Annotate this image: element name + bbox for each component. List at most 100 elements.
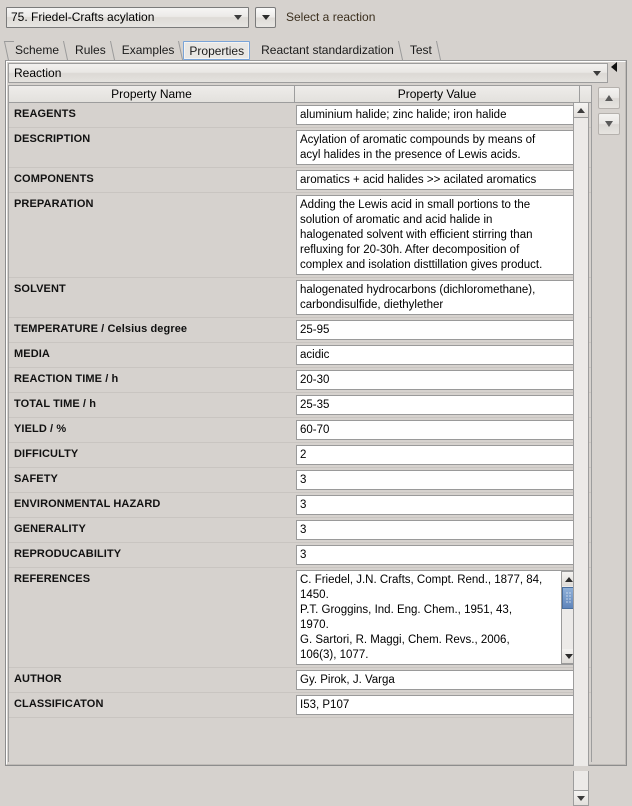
property-value-cell: halogenated hydrocarbons (dichloromethan… [295,278,580,317]
reaction-selector-bar: 75. Friedel-Crafts acylation Select a re… [0,0,632,34]
move-up-button[interactable] [598,87,620,109]
property-value-field[interactable]: 3 [296,545,577,565]
property-value-field[interactable]: 60-70 [296,420,577,440]
property-value-field[interactable]: Adding the Lewis acid in small portions … [296,195,577,275]
table-row: CLASSIFICATONI53, P107 [9,693,591,718]
scroll-down-button[interactable] [573,790,589,806]
property-value-field[interactable]: 2 [296,445,577,465]
scope-combo-box[interactable]: Reaction [8,63,608,83]
property-value-cell: 25-95 [295,318,580,342]
property-value-cell: acidic [295,343,580,367]
tab-label: Rules [75,43,106,57]
property-value-field[interactable]: aluminium halide; zinc halide; iron hali… [296,105,577,125]
table-row: DESCRIPTIONAcylation of aromatic compoun… [9,128,591,168]
properties-table: Property Name Property Value REAGENTSalu… [8,85,592,762]
property-value-cell: 25-35 [295,393,580,417]
tab-label: Scheme [15,43,59,57]
window-bottom-edge [0,766,632,771]
property-name-cell: REACTION TIME / h [9,368,295,385]
chevron-down-icon[interactable] [229,8,247,27]
table-header-row: Property Name Property Value [9,86,591,103]
triangle-left-icon[interactable] [611,62,617,72]
reaction-combo-value: 75. Friedel-Crafts acylation [7,10,229,24]
select-reaction-label: Select a reaction [286,10,375,24]
table-row: GENERALITY3 [9,518,591,543]
property-name-cell: REFERENCES [9,568,295,585]
property-name-cell: GENERALITY [9,518,295,535]
property-value-cell: 20-30 [295,368,580,392]
column-header-property-value: Property Value [295,86,580,102]
tab-scheme[interactable]: Scheme [6,40,66,60]
table-row: YIELD / %60-70 [9,418,591,443]
property-name-cell: REAGENTS [9,103,295,120]
property-value-field[interactable]: acidic [296,345,577,365]
property-value-field[interactable]: 3 [296,520,577,540]
tab-test[interactable]: Test [401,40,439,60]
property-value-cell: 60-70 [295,418,580,442]
scrollbar-track[interactable] [574,118,588,790]
tab-examples[interactable]: Examples [113,40,182,60]
triangle-down-icon [577,796,585,801]
table-row: PREPARATIONAdding the Lewis acid in smal… [9,193,591,278]
triangle-down-icon [565,654,573,659]
property-value-field[interactable]: aromatics + acid halides >> acilated aro… [296,170,577,190]
property-value-field[interactable]: Gy. Pirok, J. Varga [296,670,577,690]
property-value-field[interactable]: halogenated hydrocarbons (dichloromethan… [296,280,577,315]
property-value-cell: aromatics + acid halides >> acilated aro… [295,168,580,192]
triangle-up-icon [565,577,573,582]
property-value-field[interactable]: 25-35 [296,395,577,415]
column-header-filler [580,86,591,102]
table-row: AUTHORGy. Pirok, J. Varga [9,668,591,693]
table-row: REAGENTSaluminium halide; zinc halide; i… [9,103,591,128]
property-name-cell: YIELD / % [9,418,295,435]
table-row: REPRODUCABILITY3 [9,543,591,568]
chevron-down-icon [262,15,270,20]
tab-rules[interactable]: Rules [66,40,113,60]
property-name-cell: ENVIRONMENTAL HAZARD [9,493,295,510]
property-value-cell: Adding the Lewis acid in small portions … [295,193,580,277]
table-row: COMPONENTSaromatics + acid halides >> ac… [9,168,591,193]
table-row: REACTION TIME / h20-30 [9,368,591,393]
property-name-cell: DIFFICULTY [9,443,295,460]
properties-panel: Reaction Property Name Property Value RE… [5,60,627,766]
table-row: TOTAL TIME / h25-35 [9,393,591,418]
tab-label: Test [410,43,432,57]
property-value-field[interactable]: I53, P107 [296,695,577,715]
property-name-cell: MEDIA [9,343,295,360]
property-name-cell: DESCRIPTION [9,128,295,145]
property-name-cell: COMPONENTS [9,168,295,185]
property-value-cell: aluminium halide; zinc halide; iron hali… [295,103,580,127]
property-name-cell: SOLVENT [9,278,295,295]
table-row: SOLVENThalogenated hydrocarbons (dichlor… [9,278,591,318]
reaction-dropdown-button[interactable] [255,7,276,28]
property-value-cell: 3 [295,518,580,542]
table-row: TEMPERATURE / Celsius degree25-95 [9,318,591,343]
move-down-button[interactable] [598,113,620,135]
table-row: SAFETY3 [9,468,591,493]
table-vertical-scrollbar[interactable] [573,102,589,806]
property-name-cell: AUTHOR [9,668,295,685]
property-value-field[interactable]: 3 [296,470,577,490]
record-nav-buttons [594,87,624,787]
property-name-cell: REPRODUCABILITY [9,543,295,560]
table-body: REAGENTSaluminium halide; zinc halide; i… [9,103,591,718]
property-value-field[interactable]: Acylation of aromatic compounds by means… [296,130,577,165]
property-value-field[interactable]: 20-30 [296,370,577,390]
property-name-cell: CLASSIFICATON [9,693,295,710]
property-value-cell: 3 [295,468,580,492]
tab-label: Examples [122,43,175,57]
property-value-cell: Acylation of aromatic compounds by means… [295,128,580,167]
chevron-down-icon[interactable] [587,71,607,76]
scroll-up-button[interactable] [573,102,589,118]
tab-bar: Scheme Rules Examples Properties Reactan… [6,38,439,60]
property-value-field[interactable]: C. Friedel, J.N. Crafts, Compt. Rend., 1… [296,570,577,665]
property-value-field[interactable]: 3 [296,495,577,515]
property-value-cell: 3 [295,493,580,517]
property-value-field[interactable]: 25-95 [296,320,577,340]
property-value-cell: 3 [295,543,580,567]
tab-reactant-standardization[interactable]: Reactant standardization [252,40,401,60]
column-header-property-name: Property Name [9,86,295,102]
tab-properties[interactable]: Properties [183,41,250,60]
reaction-combo-box[interactable]: 75. Friedel-Crafts acylation [6,7,249,28]
table-row: MEDIAacidic [9,343,591,368]
